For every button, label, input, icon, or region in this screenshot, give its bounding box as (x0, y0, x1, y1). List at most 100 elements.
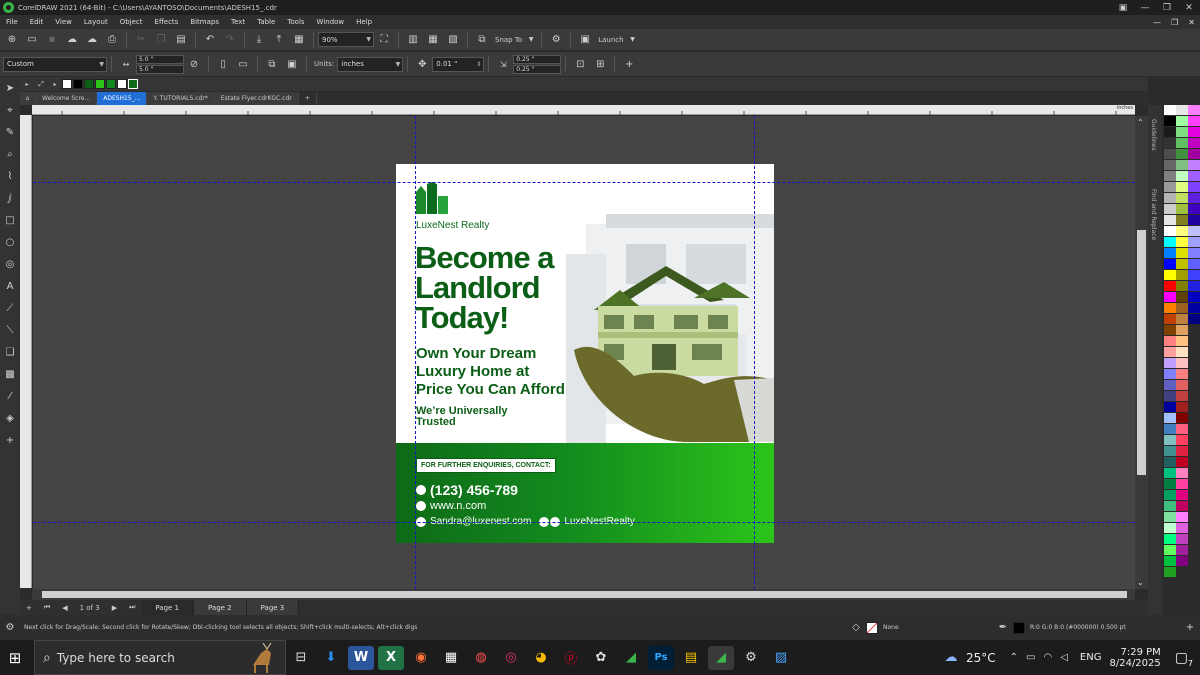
no-fill-swatch[interactable] (866, 621, 878, 634)
excel-icon[interactable]: X (378, 645, 404, 670)
crop-tool-icon[interactable]: ✎ (2, 124, 18, 140)
add-page-icon[interactable]: + (20, 604, 38, 612)
word-icon[interactable]: W (348, 645, 374, 670)
settings-icon[interactable]: ⚙ (738, 646, 764, 670)
palette-swatch[interactable] (1176, 281, 1188, 292)
palette-swatch[interactable] (1176, 204, 1188, 215)
full-screen-preview-icon[interactable]: ⛶ (376, 32, 392, 48)
palette-swatch[interactable] (1164, 567, 1176, 578)
add-icon[interactable]: + (621, 56, 637, 72)
palette-swatch[interactable] (1176, 424, 1188, 435)
guideline-horizontal[interactable] (33, 522, 1135, 523)
portrait-icon[interactable]: ▯ (215, 56, 231, 72)
transparency-icon[interactable]: ▩ (2, 366, 18, 382)
taskbar-search[interactable]: ⌕ Type here to search (34, 640, 286, 675)
tab-adesh15[interactable]: ADESH15_... (97, 92, 148, 105)
menu-text[interactable]: Text (225, 18, 251, 26)
palette-swatch[interactable] (1164, 479, 1176, 490)
palette-swatch[interactable] (1164, 457, 1176, 468)
pick-tool-icon[interactable]: ➤ (2, 80, 18, 96)
guideline-vertical[interactable] (415, 116, 416, 589)
palette-swatch[interactable] (1188, 204, 1200, 215)
battery-icon[interactable]: ▭ (1026, 652, 1035, 663)
wifi-icon[interactable]: ◠ (1043, 652, 1052, 663)
palette-menu-icon[interactable]: ▸ (50, 76, 60, 92)
palette-swatch[interactable] (1176, 545, 1188, 556)
paste-icon[interactable]: ▤ (173, 32, 189, 48)
palette-swatch[interactable] (1164, 501, 1176, 512)
palette-swatch[interactable] (1176, 237, 1188, 248)
redo-icon[interactable]: ↷ (222, 32, 238, 48)
print-icon[interactable]: ⎙ (104, 32, 120, 48)
palette-swatch[interactable] (1164, 204, 1176, 215)
nudge-distance-field[interactable]: 0.01 " ⇕ (432, 56, 485, 72)
cloud-upload-icon[interactable]: ☁ (64, 32, 80, 48)
settings-gear-icon[interactable]: ⚙ (2, 620, 18, 636)
fill-icon[interactable]: ◇ (848, 620, 864, 636)
archive-app-icon[interactable]: ▤ (678, 646, 704, 670)
palette-swatch[interactable] (1164, 325, 1176, 336)
vertical-scroll-thumb[interactable] (1137, 230, 1146, 475)
palette-swatch[interactable] (1164, 160, 1176, 171)
palette-swatch[interactable] (1164, 226, 1176, 237)
find-replace-docker-tab[interactable]: Find and Replace (1150, 189, 1157, 240)
palette-swatch[interactable] (1176, 325, 1188, 336)
instagram-icon[interactable]: ◎ (498, 646, 524, 670)
launch-icon[interactable]: ▣ (577, 32, 593, 48)
palette-swatch[interactable] (1188, 105, 1200, 116)
doc-restore-button[interactable]: ❐ (1166, 18, 1183, 27)
menu-object[interactable]: Object (114, 18, 149, 26)
cut-icon[interactable]: ✂ (133, 32, 149, 48)
tab-tutorials[interactable]: Y. TUTORIALS.cdr* (147, 92, 215, 105)
palette-swatch[interactable] (1188, 281, 1200, 292)
freehand-tool-icon[interactable]: ⌇ (2, 168, 18, 184)
menu-file[interactable]: File (0, 18, 24, 26)
show-guidelines-icon[interactable]: ▧ (445, 32, 461, 48)
palette-swatch[interactable] (1176, 105, 1188, 116)
palette-swatch[interactable] (1176, 215, 1188, 226)
palette-swatch[interactable] (1176, 248, 1188, 259)
palette-swatch[interactable] (1164, 292, 1176, 303)
palette-swatch[interactable] (1176, 226, 1188, 237)
drop-shadow-icon[interactable]: ❏ (2, 344, 18, 360)
page-frame-icon[interactable]: ⊞ (592, 56, 608, 72)
color-swatch[interactable] (73, 79, 83, 89)
minimize-button[interactable]: — (1134, 0, 1156, 15)
language-indicator[interactable]: ENG (1080, 652, 1102, 663)
palette-swatch[interactable] (1164, 424, 1176, 435)
chatgpt-icon[interactable]: ✿ (588, 646, 614, 670)
palette-swatch[interactable] (1176, 501, 1188, 512)
doc-minimize-button[interactable]: — (1148, 18, 1166, 27)
home-icon[interactable]: ⌂ (20, 92, 36, 105)
clock[interactable]: 7:29 PM 8/24/2025 (1109, 647, 1160, 669)
page-tab-2[interactable]: Page 2 (194, 600, 247, 615)
palette-swatch[interactable] (1164, 468, 1176, 479)
first-page-icon[interactable]: ⏮ (38, 603, 56, 612)
firefox-icon[interactable]: ◉ (408, 646, 434, 670)
palette-swatch[interactable] (1176, 556, 1188, 567)
import-icon[interactable]: ⤓ (251, 32, 267, 48)
palette-swatch[interactable] (1176, 292, 1188, 303)
palette-swatch[interactable] (1176, 380, 1188, 391)
palette-swatch[interactable] (1176, 435, 1188, 446)
horizontal-ruler[interactable]: inches (32, 105, 1135, 115)
palette-swatch[interactable] (1176, 369, 1188, 380)
all-pages-icon[interactable]: ⧉ (264, 56, 280, 72)
palette-swatch[interactable] (1188, 160, 1200, 171)
scroll-up-icon[interactable]: ⌃ (1137, 118, 1144, 127)
coreldraw-taskbar-icon[interactable]: ◢ (618, 646, 644, 670)
palette-swatch[interactable] (1188, 138, 1200, 149)
calendar-app-icon[interactable]: ▦ (438, 646, 464, 670)
menu-window[interactable]: Window (311, 18, 351, 26)
tray-chevron-icon[interactable]: ⌃ (1010, 652, 1018, 663)
palette-swatch[interactable] (1164, 413, 1176, 424)
vertical-ruler[interactable] (20, 115, 32, 588)
tab-welcome[interactable]: Welcome Scre... (36, 92, 98, 105)
new-tab-icon[interactable]: + (298, 92, 317, 105)
pinterest-icon[interactable]: ⓟ (558, 646, 584, 670)
zoom-level-select[interactable]: 90% ▼ (318, 32, 374, 47)
copy-icon[interactable]: ❐ (153, 32, 169, 48)
doc-close-button[interactable]: ✕ (1183, 18, 1200, 27)
duplicate-y-field[interactable]: 0.25 " (513, 64, 562, 74)
palette-swatch[interactable] (1176, 193, 1188, 204)
